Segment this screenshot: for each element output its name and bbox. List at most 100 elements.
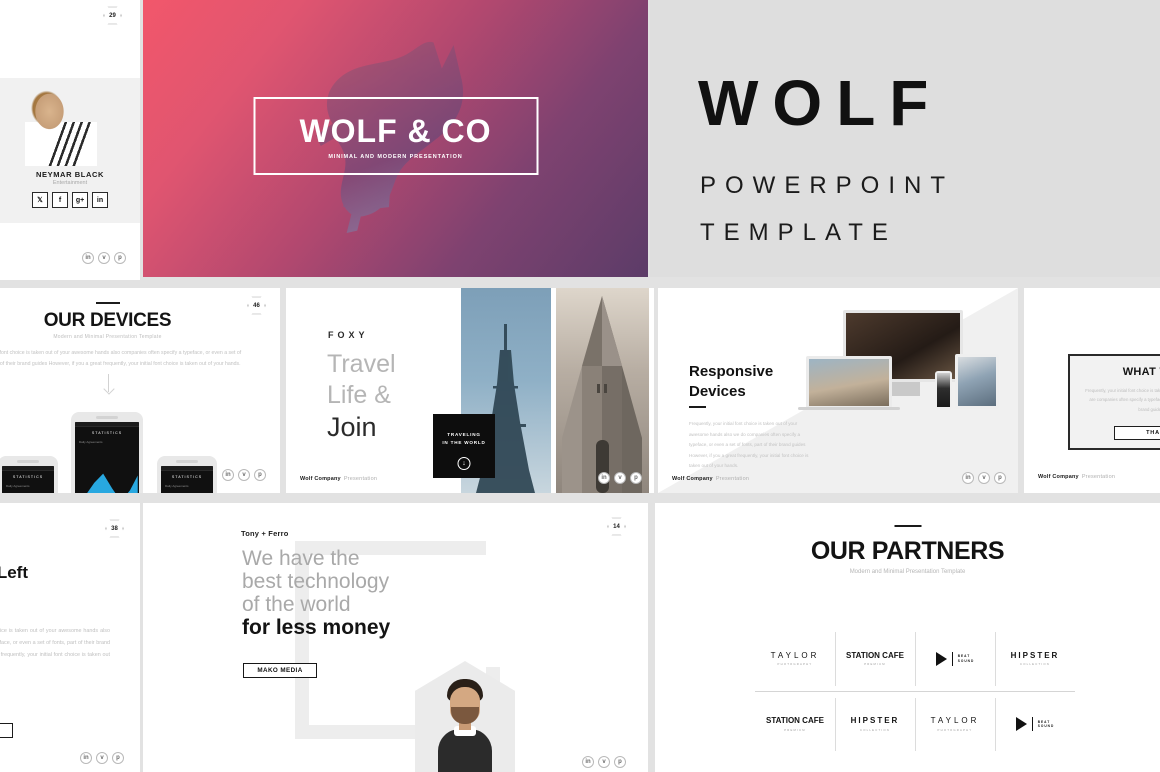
taylor-logo: TAYLOR PHOTOGRAPHY [931,717,980,732]
page-title: WHAT WE DO [1122,366,1160,378]
partner-name: HIPSTER [850,716,900,725]
partner-cell[interactable]: STATION CAFE PREMIUM [835,626,915,692]
beat-sound-logo: BEAT SOUND [1015,717,1055,732]
partner-cell[interactable]: TAYLOR PHOTOGRAPHY [755,626,835,692]
behance-nav-icon[interactable]: v [978,472,990,484]
slide-creative-left-masonry[interactable]: 38 Creative Left Masonry Frequently, you… [0,503,140,772]
headline-line-1: Travel [327,350,396,378]
brand-subtitle-template: TEMPLATE [700,219,897,246]
behance-nav-icon[interactable]: v [98,252,110,264]
partner-name: TAYLOR [930,716,980,725]
headline-line-2: best technology [242,570,390,593]
linkedin-nav-icon[interactable]: in [962,472,974,484]
beat-sound-text: BEAT SOUND [958,654,975,663]
partner-name-line-2: SOUND [957,658,975,663]
slide-our-devices[interactable]: OUR DEVICES Modern and Minimal Presentat… [0,288,280,493]
phone-screen-title: STATISTICS [91,431,123,435]
slide-number-badge: 29 [103,6,122,25]
beat-sound-text: BEAT SOUND [1038,720,1055,729]
page-body-text: Frequently, your initial font choice is … [0,628,110,659]
slide-our-partners[interactable]: OUR PARTNERS Modern and Minimal Presenta… [655,503,1160,772]
slide-social-nav: in v p [962,472,1006,484]
slide-social-nav: in v p [82,252,126,264]
pinterest-nav-icon[interactable]: p [614,756,626,768]
linkedin-nav-icon[interactable]: in [222,469,234,481]
slide-responsive-devices[interactable]: Responsive Devices Frequently, your init… [658,288,1018,493]
partner-subtitle: COLLECTION [860,727,890,732]
screenshot-root: 29 NEYMAR BLACK Entertainment 𝕏 f g+ in … [0,0,1160,772]
laptop-screen [809,359,889,406]
slide-number-badge: 38 [105,519,124,538]
phone-screen [937,373,950,407]
page-body-text: your initial font choice is taken out of… [0,350,242,367]
partner-cell[interactable]: BEAT SOUND [995,692,1075,758]
download-arrow-icon[interactable]: ↓ [457,457,471,470]
footer-text: Presentation [1081,474,1116,480]
partner-cell[interactable]: BEAT SOUND [915,626,995,692]
down-arrow-icon [107,374,109,392]
mako-media-button[interactable]: MAKO MEDIA [243,663,317,678]
partner-name-line-2: SOUND [1037,724,1055,729]
pinterest-nav-icon[interactable]: p [994,472,1006,484]
church-photo [556,288,649,493]
slide-footer: Wolf Company Presentation [300,476,377,482]
linkedin-nav-icon[interactable]: in [598,472,610,484]
slide-foxy-travel[interactable]: FOXY Travel Life & Join TRAVELING IN THE… [286,288,654,493]
pinterest-nav-icon[interactable]: p [254,469,266,481]
slide-team-card[interactable]: 29 NEYMAR BLACK Entertainment 𝕏 f g+ in … [0,0,140,280]
linkedin-icon[interactable]: in [92,192,108,208]
facebook-icon[interactable]: f [52,192,68,208]
headline-line-4: for less money [242,616,391,639]
partner-cell[interactable]: TAYLOR PHOTOGRAPHY [915,692,995,758]
thanks-button[interactable]: THANKS [1114,426,1160,440]
pinterest-nav-icon[interactable]: p [114,252,126,264]
headline-line-3: Join [327,412,377,442]
linkedin-nav-icon[interactable]: in [582,756,594,768]
pinterest-nav-icon[interactable]: p [112,752,124,764]
hallgrimskirkja-icon [562,296,642,493]
title-rule [689,406,706,408]
slide-what-we-do[interactable]: WHAT WE DO Frequently, your initial font… [1024,288,1160,493]
behance-nav-icon[interactable]: v [598,756,610,768]
behance-nav-icon[interactable]: v [96,752,108,764]
portrait-beard [451,707,479,724]
creative-works-button[interactable]: CREATIVE WORKS [0,723,13,738]
phone-screen-title: STATISTICS [12,475,44,479]
phone-mockup-center: STATISTICS Daily Agreements [71,412,143,493]
googleplus-icon[interactable]: g+ [72,192,88,208]
behance-nav-icon[interactable]: v [614,472,626,484]
station-cafe-logo: STATION CAFE PREMIUM [846,651,904,666]
tablet-mockup [955,354,999,409]
hero-title-box: WOLF & CO MINIMAL AND MODERN PRESENTATIO… [253,96,538,175]
partner-cell[interactable]: STATION CAFE PREMIUM [755,692,835,758]
partner-cell[interactable]: HIPSTER COLLECTION [995,626,1075,692]
linkedin-nav-icon[interactable]: in [82,252,94,264]
traveling-badge-text: TRAVELING IN THE WORLD [433,414,495,447]
statistics-area-chart [87,473,138,493]
partner-name: HIPSTER [1010,650,1060,660]
partners-grid: TAYLOR PHOTOGRAPHY STATION CAFE PREMIUM … [755,626,1075,757]
pinterest-nav-icon[interactable]: p [630,472,642,484]
linkedin-nav-icon[interactable]: in [80,752,92,764]
partner-cell[interactable]: HIPSTER COLLECTION [835,692,915,758]
slide-social-nav: in v p [222,469,266,481]
partner-subtitle: PHOTOGRAPHY [937,727,973,732]
behance-nav-icon[interactable]: v [238,469,250,481]
slide-footer: Wolf Company Presentation [672,476,749,482]
traveling-badge[interactable]: TRAVELING IN THE WORLD ↓ [433,414,495,478]
twitter-icon[interactable]: 𝕏 [32,192,48,208]
hipster-logo: HIPSTER COLLECTION [851,717,900,732]
brand-title: WOLF [698,67,943,139]
phone-screen-title: STATISTICS [171,475,203,479]
title-line-1: Creative Left [0,563,28,582]
partner-subtitle: PREMIUM [784,727,806,732]
slide-footer: Wolf Company Presentation [1038,474,1115,480]
team-member-name: NEYMAR BLACK [35,170,105,179]
footer-text: Presentation [715,476,750,482]
footer-brand: Wolf Company [300,476,341,482]
slide-hero-title[interactable]: WOLF & CO MINIMAL AND MODERN PRESENTATIO… [143,0,648,277]
beat-sound-logo: BEAT SOUND [935,651,975,666]
slide-brand-wolf[interactable]: WOLF POWERPOINT TEMPLATE [650,0,1160,277]
slide-tony-ferro[interactable]: 14 Tony + Ferro We have the best technol… [143,503,648,772]
brand-subtitle-powerpoint: POWERPOINT [700,172,955,199]
